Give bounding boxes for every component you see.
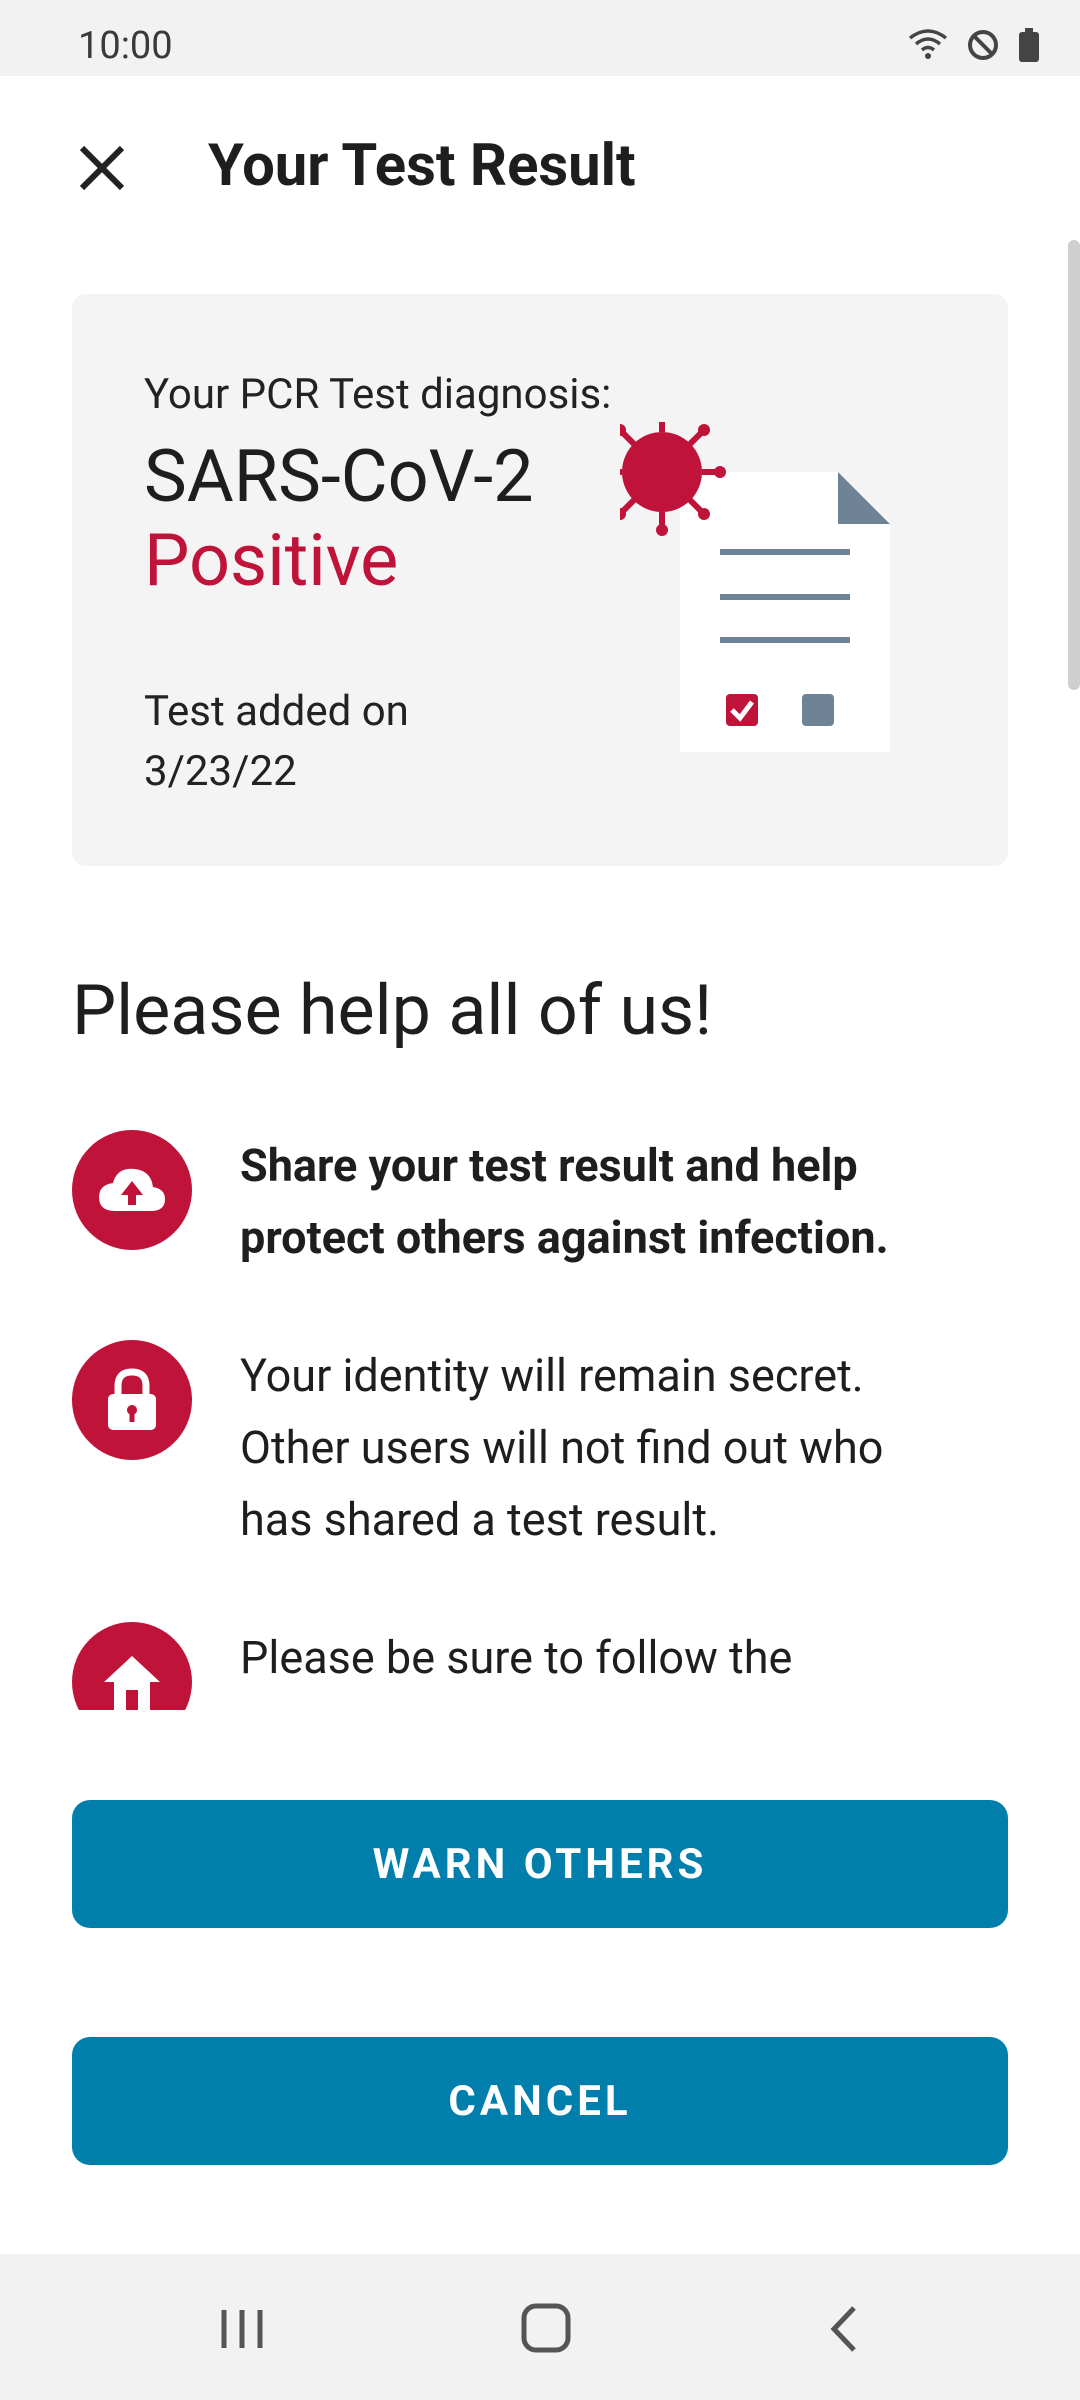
back-icon	[830, 2306, 856, 2352]
recents-button[interactable]	[204, 2294, 284, 2364]
status-time: 10:00	[78, 24, 173, 68]
cloud-upload-icon	[72, 1130, 192, 1250]
scrollbar[interactable]	[1068, 240, 1080, 690]
recents-icon	[221, 2310, 263, 2348]
wifi-icon	[908, 29, 948, 59]
close-icon	[79, 145, 125, 191]
app-bar: Your Test Result	[0, 76, 1080, 256]
home-button[interactable]	[506, 2294, 586, 2364]
home-icon	[72, 1622, 192, 1710]
status-bar: 10:00	[0, 0, 1080, 76]
status-icons	[908, 28, 1040, 62]
info-text-instructions: Please be sure to follow the instruction…	[240, 1631, 948, 1710]
info-text-identity: Your identity will remain secret. Other …	[240, 1349, 884, 1546]
back-button[interactable]	[808, 2294, 888, 2364]
battery-icon	[1019, 28, 1039, 62]
result-card: Your PCR Test diagnosis: SARS-CoV-2 Posi…	[72, 294, 1008, 866]
info-text-share: Share your test result and help protect …	[240, 1139, 889, 1264]
info-item-identity: Your identity will remain secret. Other …	[72, 1340, 972, 1560]
info-list: Share your test result and help protect …	[0, 1100, 1080, 1710]
test-added-date: 3/23/22	[144, 747, 297, 796]
close-button[interactable]	[62, 128, 142, 208]
cancel-button[interactable]: CANCEL	[72, 2037, 1008, 2165]
diagnosis-name: SARS-CoV-2	[144, 434, 534, 519]
test-added-info: Test added on 3/23/22	[144, 682, 409, 802]
lock-icon	[72, 1340, 192, 1460]
warn-others-button[interactable]: WARN OTHERS	[72, 1800, 1008, 1928]
info-item-instructions: Please be sure to follow the instruction…	[72, 1622, 972, 1710]
test-added-label: Test added on	[144, 687, 409, 736]
test-document-illustration	[620, 422, 890, 752]
page-title: Your Test Result	[208, 132, 636, 200]
diagnosis-result: Positive	[144, 518, 399, 603]
home-nav-icon	[521, 2303, 571, 2353]
diagnosis-label: Your PCR Test diagnosis:	[144, 370, 612, 419]
navigation-bar	[0, 2254, 1080, 2400]
help-title: Please help all of us!	[72, 970, 713, 1052]
info-item-share: Share your test result and help protect …	[72, 1130, 972, 1290]
do-not-disturb-icon	[968, 30, 998, 60]
